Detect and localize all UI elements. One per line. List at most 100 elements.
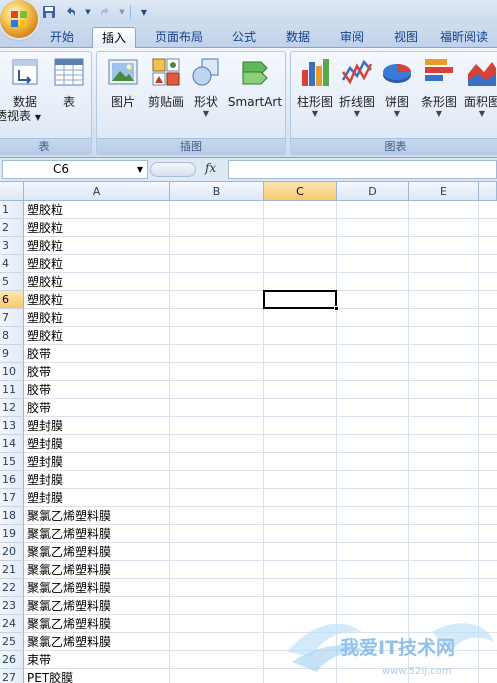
fill-handle[interactable]	[334, 306, 339, 311]
row-header[interactable]: 4	[0, 255, 24, 273]
cell-a16[interactable]: 塑封膜	[27, 471, 63, 489]
column-gridline	[263, 201, 264, 683]
row-header[interactable]: 16	[0, 471, 24, 489]
tab-view[interactable]: 视图	[386, 27, 426, 48]
cell-a21[interactable]: 聚氯乙烯塑料膜	[27, 561, 111, 579]
row-header[interactable]: 22	[0, 579, 24, 597]
row-header[interactable]: 27	[0, 669, 24, 683]
column-chart-button[interactable]: 柱形图 ▼	[295, 56, 335, 119]
undo-icon[interactable]	[62, 3, 80, 21]
office-button[interactable]	[0, 0, 38, 38]
shapes-button[interactable]: 形状 ▼	[189, 56, 223, 119]
select-all-corner[interactable]	[0, 182, 24, 201]
tab-data[interactable]: 数据	[278, 27, 318, 48]
cell-a9[interactable]: 胶带	[27, 345, 51, 363]
formula-bar-splitter[interactable]	[150, 162, 196, 177]
column-header-b[interactable]: B	[170, 182, 264, 201]
row-header[interactable]: 3	[0, 237, 24, 255]
cell-a26[interactable]: 束带	[27, 651, 51, 669]
pivot-table-button[interactable]: 数据 透视表 ▼	[0, 56, 47, 125]
row-header[interactable]: 24	[0, 615, 24, 633]
tab-foxit-reader[interactable]: 福昕阅读器	[440, 27, 497, 48]
row-header[interactable]: 12	[0, 399, 24, 417]
pie-chart-label: 饼图	[384, 95, 409, 109]
row-header[interactable]: 21	[0, 561, 24, 579]
row-header[interactable]: 26	[0, 651, 24, 669]
undo-dropdown-icon[interactable]: ▼	[84, 3, 92, 21]
formula-input[interactable]	[228, 160, 497, 179]
cell-a25[interactable]: 聚氯乙烯塑料膜	[27, 633, 111, 651]
name-box-dropdown-icon[interactable]: ▼	[137, 161, 143, 178]
tab-home[interactable]: 开始	[42, 27, 82, 48]
row-header[interactable]: 10	[0, 363, 24, 381]
active-cell-selection[interactable]	[263, 290, 337, 309]
cell-a10[interactable]: 胶带	[27, 363, 51, 381]
cell-a14[interactable]: 塑封膜	[27, 435, 63, 453]
cell-a23[interactable]: 聚氯乙烯塑料膜	[27, 597, 111, 615]
line-chart-button[interactable]: 折线图 ▼	[337, 56, 377, 119]
column-header-e[interactable]: E	[409, 182, 479, 201]
cell-a22[interactable]: 聚氯乙烯塑料膜	[27, 579, 111, 597]
row-header[interactable]: 6	[0, 291, 24, 309]
tab-page-layout[interactable]: 页面布局	[148, 27, 210, 48]
save-icon[interactable]	[40, 3, 58, 21]
shapes-dropdown-icon: ▼	[202, 109, 210, 118]
row-header[interactable]: 5	[0, 273, 24, 291]
row-header[interactable]: 18	[0, 507, 24, 525]
row-header[interactable]: 7	[0, 309, 24, 327]
table-button[interactable]: 表	[51, 56, 87, 109]
cell-a19[interactable]: 聚氯乙烯塑料膜	[27, 525, 111, 543]
row-gridline	[24, 290, 497, 291]
worksheet-grid[interactable]: A B C D E 1 塑胶粒 2 塑胶粒 3 塑胶粒 4 塑胶粒 5 塑胶粒 6 塑胶粒 7 塑胶粒 8 塑胶粒 9 胶带…	[0, 182, 497, 683]
smartart-button[interactable]: SmartArt	[227, 56, 283, 109]
cell-a17[interactable]: 塑封膜	[27, 489, 63, 507]
column-header-d[interactable]: D	[337, 182, 409, 201]
cell-a1[interactable]: 塑胶粒	[27, 201, 63, 219]
cell-a24[interactable]: 聚氯乙烯塑料膜	[27, 615, 111, 633]
row-header[interactable]: 11	[0, 381, 24, 399]
cell-a5[interactable]: 塑胶粒	[27, 273, 63, 291]
picture-button[interactable]: 图片	[105, 56, 141, 109]
tab-formulas[interactable]: 公式	[224, 27, 264, 48]
cell-a2[interactable]: 塑胶粒	[27, 219, 63, 237]
area-chart-button[interactable]: 面积图 ▼	[463, 56, 497, 119]
row-header[interactable]: 8	[0, 327, 24, 345]
cell-a20[interactable]: 聚氯乙烯塑料膜	[27, 543, 111, 561]
row-header[interactable]: 14	[0, 435, 24, 453]
cell-a7[interactable]: 塑胶粒	[27, 309, 63, 327]
column-header-a[interactable]: A	[24, 182, 170, 201]
cell-a12[interactable]: 胶带	[27, 399, 51, 417]
cell-a4[interactable]: 塑胶粒	[27, 255, 63, 273]
cell-a13[interactable]: 塑封膜	[27, 417, 63, 435]
tab-insert[interactable]: 插入	[92, 27, 136, 49]
cell-a15[interactable]: 塑封膜	[27, 453, 63, 471]
cell-a18[interactable]: 聚氯乙烯塑料膜	[27, 507, 111, 525]
row-header[interactable]: 17	[0, 489, 24, 507]
name-box[interactable]: C6 ▼	[2, 160, 148, 179]
cell-a3[interactable]: 塑胶粒	[27, 237, 63, 255]
customize-qat-icon[interactable]: ▼	[135, 3, 153, 21]
row-header[interactable]: 1	[0, 201, 24, 219]
row-header[interactable]: 20	[0, 543, 24, 561]
cell-a8[interactable]: 塑胶粒	[27, 327, 63, 345]
cell-a27[interactable]: PET胶膜	[27, 669, 73, 683]
cell-a11[interactable]: 胶带	[27, 381, 51, 399]
row-gridline	[24, 416, 497, 417]
redo-icon[interactable]	[96, 3, 114, 21]
redo-dropdown-icon[interactable]: ▼	[118, 3, 126, 21]
clipart-button[interactable]: 剪贴画	[145, 56, 187, 109]
pie-chart-button[interactable]: 饼图 ▼	[379, 56, 415, 119]
row-header[interactable]: 13	[0, 417, 24, 435]
tab-review[interactable]: 审阅	[332, 27, 372, 48]
row-header[interactable]: 9	[0, 345, 24, 363]
cell-a6[interactable]: 塑胶粒	[27, 291, 63, 309]
column-chart-dropdown-icon: ▼	[311, 109, 319, 118]
bar-chart-button[interactable]: 条形图 ▼	[417, 56, 461, 119]
row-header[interactable]: 19	[0, 525, 24, 543]
column-header-c[interactable]: C	[264, 182, 337, 201]
row-header[interactable]: 15	[0, 453, 24, 471]
row-header[interactable]: 25	[0, 633, 24, 651]
row-header[interactable]: 23	[0, 597, 24, 615]
row-header[interactable]: 2	[0, 219, 24, 237]
insert-function-icon[interactable]: fx	[205, 161, 216, 175]
